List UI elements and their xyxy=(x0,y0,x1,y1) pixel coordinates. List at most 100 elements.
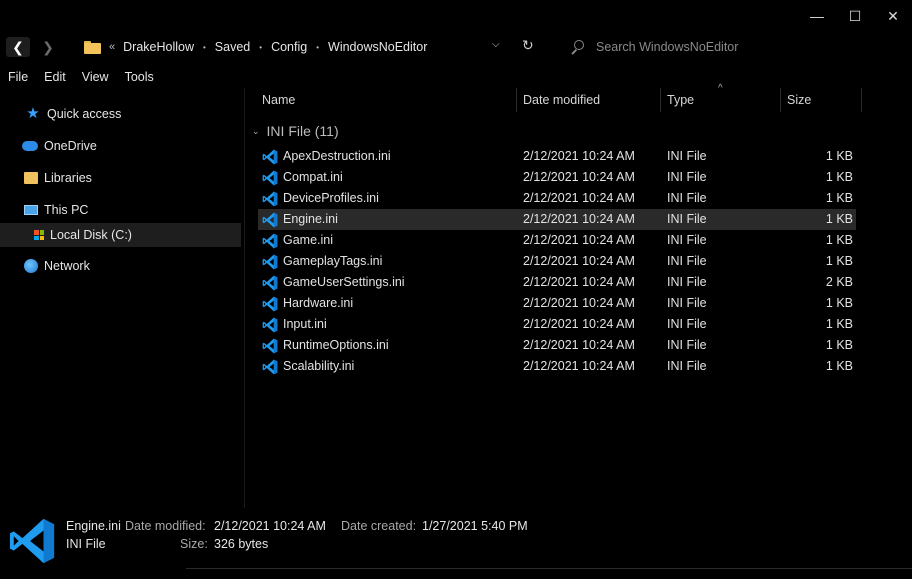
column-headers: Name Date modified Type ^ Size xyxy=(252,83,862,112)
file-size: 1 KB xyxy=(825,191,853,205)
forward-button[interactable]: ❯ xyxy=(36,37,60,57)
file-type: INI File xyxy=(667,275,707,289)
file-type: INI File xyxy=(667,170,707,184)
details-size-label: Size: xyxy=(180,537,208,551)
breadcrumb-separator-icon[interactable]: • xyxy=(316,43,319,52)
menu-edit[interactable]: Edit xyxy=(36,68,74,86)
column-divider[interactable] xyxy=(780,88,781,112)
sidebar-item-quick-access[interactable]: ★ Quick access xyxy=(0,102,241,126)
column-header-size[interactable]: Size xyxy=(787,88,811,112)
address-dropdown-icon[interactable]: ⌵ xyxy=(492,39,500,50)
column-header-name[interactable]: Name xyxy=(262,88,295,112)
search-input[interactable]: Search WindowsNoEditor xyxy=(566,37,896,57)
breadcrumb[interactable]: « DrakeHollow • Saved • Config • Windows… xyxy=(84,38,427,56)
vscode-file-icon xyxy=(262,317,278,333)
vscode-file-icon xyxy=(262,212,278,228)
vscode-file-icon xyxy=(262,191,278,207)
back-button[interactable]: ❮ xyxy=(6,37,30,57)
file-size: 1 KB xyxy=(825,338,853,352)
menu-file[interactable]: File xyxy=(0,68,36,86)
sidebar-item-this-pc[interactable]: This PC xyxy=(0,198,241,222)
column-header-date[interactable]: Date modified xyxy=(523,88,600,112)
file-row[interactable]: ApexDestruction.ini 2/12/2021 10:24 AM INI… xyxy=(258,146,856,167)
file-name: Hardware.ini xyxy=(283,296,354,310)
group-header[interactable]: ⌄ INI File (11) xyxy=(252,122,339,140)
file-row[interactable]: GameUserSettings.ini 2/12/2021 10:24 AM IN… xyxy=(258,272,856,293)
pane-divider[interactable] xyxy=(244,88,245,508)
file-row[interactable]: Hardware.ini 2/12/2021 10:24 AM INI File 1 … xyxy=(258,293,856,314)
file-name: Scalability.ini xyxy=(283,359,355,373)
sidebar-item-label: Network xyxy=(44,259,90,273)
sidebar-item-local-disk[interactable]: Local Disk (C:) xyxy=(0,223,241,247)
menu-view[interactable]: View xyxy=(74,68,117,86)
details-size-value: 326 bytes xyxy=(214,537,269,551)
breadcrumb-item[interactable]: DrakeHollow xyxy=(123,40,194,54)
folder-icon xyxy=(84,40,101,54)
vscode-file-icon xyxy=(262,170,278,186)
breadcrumb-separator-icon[interactable]: • xyxy=(203,43,206,52)
file-name: Game.ini xyxy=(283,233,334,247)
file-row[interactable]: Scalability.ini 2/12/2021 10:24 AM INI Fil… xyxy=(258,356,856,377)
breadcrumb-item[interactable]: WindowsNoEditor xyxy=(328,40,427,54)
file-row[interactable]: GameplayTags.ini 2/12/2021 10:24 AM INI Fi… xyxy=(258,251,856,272)
file-row[interactable]: Input.ini 2/12/2021 10:24 AM INI File 1 KB xyxy=(258,314,856,335)
vscode-file-icon xyxy=(262,359,278,375)
refresh-button[interactable]: ↻ xyxy=(522,37,534,54)
sidebar-item-libraries[interactable]: Libraries xyxy=(0,166,241,190)
column-divider[interactable] xyxy=(516,88,517,112)
breadcrumb-item[interactable]: Saved xyxy=(215,40,250,54)
file-name: Compat.ini xyxy=(283,170,343,184)
vscode-file-icon xyxy=(9,518,55,564)
column-divider[interactable] xyxy=(660,88,661,112)
library-icon xyxy=(24,172,38,184)
vscode-file-icon xyxy=(262,338,278,354)
details-filename: Engine.ini xyxy=(66,519,121,533)
column-divider[interactable] xyxy=(861,88,862,112)
file-size: 2 KB xyxy=(825,275,853,289)
sidebar-item-label: This PC xyxy=(44,203,89,217)
star-icon: ★ xyxy=(26,105,40,122)
minimize-button[interactable]: — xyxy=(798,0,836,32)
file-row[interactable]: Compat.ini 2/12/2021 10:24 AM INI File 1 KB xyxy=(258,167,856,188)
file-size: 1 KB xyxy=(825,317,853,331)
file-size: 1 KB xyxy=(825,149,853,163)
sidebar-item-label: Quick access xyxy=(47,107,122,121)
network-icon xyxy=(24,259,38,273)
group-label: INI File (11) xyxy=(266,123,339,139)
sidebar-item-network[interactable]: Network xyxy=(0,254,241,278)
column-header-type[interactable]: Type xyxy=(667,88,694,112)
address-bar-row: ❮ ❯ « DrakeHollow • Saved • Config • Win… xyxy=(0,33,912,61)
file-date-modified: 2/12/2021 10:24 AM xyxy=(523,338,635,352)
menu-bar: File Edit View Tools xyxy=(0,68,162,86)
file-row[interactable]: Engine.ini 2/12/2021 10:24 AM INI File 1 KB xyxy=(258,209,856,230)
status-divider xyxy=(186,568,912,569)
sidebar-item-onedrive[interactable]: OneDrive xyxy=(0,134,241,158)
file-size: 1 KB xyxy=(825,233,853,247)
pc-icon xyxy=(24,205,38,215)
menu-tools[interactable]: Tools xyxy=(117,68,162,86)
breadcrumb-item[interactable]: Config xyxy=(271,40,307,54)
file-row[interactable]: DeviceProfiles.ini 2/12/2021 10:24 AM INI … xyxy=(258,188,856,209)
file-name: Engine.ini xyxy=(283,212,338,226)
file-row[interactable]: Game.ini 2/12/2021 10:24 AM INI File 1 KB xyxy=(258,230,856,251)
file-name: RuntimeOptions.ini xyxy=(283,338,389,352)
vscode-file-icon xyxy=(262,254,278,270)
file-date-modified: 2/12/2021 10:24 AM xyxy=(523,317,635,331)
overflow-chevron-icon[interactable]: « xyxy=(109,41,115,53)
file-type: INI File xyxy=(667,254,707,268)
file-list: ApexDestruction.ini 2/12/2021 10:24 AM INI… xyxy=(258,146,856,377)
chevron-down-icon[interactable]: ⌄ xyxy=(252,126,260,137)
file-date-modified: 2/12/2021 10:24 AM xyxy=(523,254,635,268)
sidebar-item-label: OneDrive xyxy=(44,139,97,153)
vscode-file-icon xyxy=(262,275,278,291)
file-date-modified: 2/12/2021 10:24 AM xyxy=(523,170,635,184)
close-button[interactable]: ✕ xyxy=(874,0,912,32)
vscode-file-icon xyxy=(262,149,278,165)
maximize-button[interactable]: ☐ xyxy=(836,0,874,32)
sidebar-item-label: Libraries xyxy=(44,171,92,185)
file-date-modified: 2/12/2021 10:24 AM xyxy=(523,191,635,205)
sort-ascending-icon: ^ xyxy=(718,83,723,94)
file-row[interactable]: RuntimeOptions.ini 2/12/2021 10:24 AM INI … xyxy=(258,335,856,356)
file-type: INI File xyxy=(667,296,707,310)
breadcrumb-separator-icon[interactable]: • xyxy=(259,43,262,52)
